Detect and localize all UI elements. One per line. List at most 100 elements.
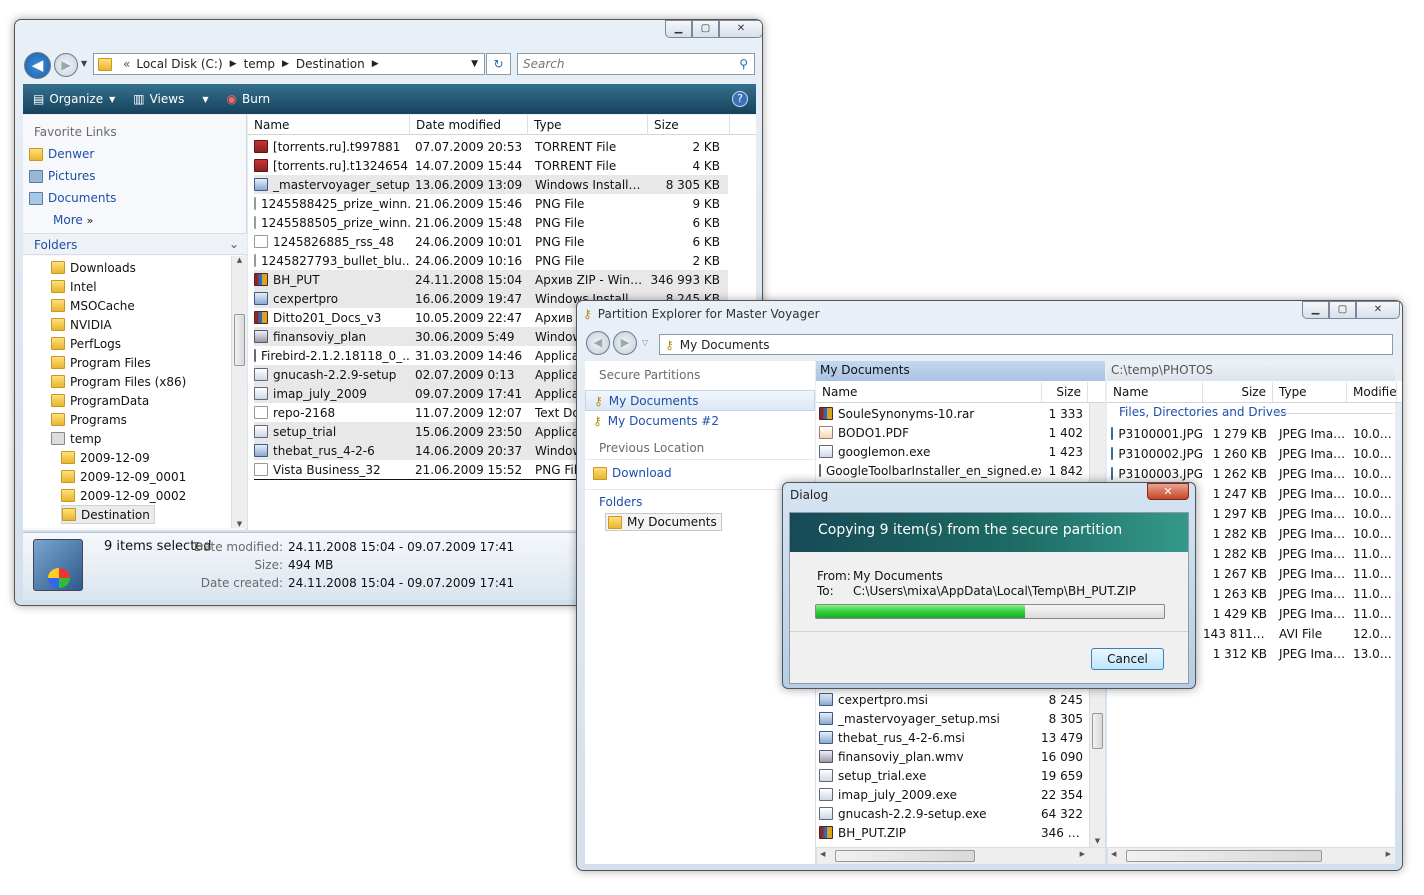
address-bar[interactable]: « Local Disk (C:) ▶ temp ▶ Destination ▶ ▼	[93, 53, 485, 75]
file-row[interactable]: googlemon.exe 1 423	[819, 442, 1089, 461]
file-row[interactable]: _mastervoyager_setup 13.06.2009 13:09 Wind…	[254, 175, 728, 194]
maximize-button[interactable]: ▢	[692, 20, 719, 38]
search-icon[interactable]: ⚲	[739, 57, 748, 71]
file-name: setup_trial.exe	[838, 768, 927, 783]
column-name[interactable]: Name	[816, 381, 1042, 402]
refresh-button[interactable]: ↻	[486, 53, 511, 75]
minimize-button[interactable]: ▁	[1302, 301, 1329, 319]
folder-tree-item[interactable]: 2009-12-09_0001	[61, 467, 186, 486]
file-row[interactable]: GoogleToolbarInstaller_en_signed.exe 1 84…	[819, 461, 1089, 480]
file-row[interactable]: thebat_rus_4-2-6.msi 13 479	[819, 728, 1089, 747]
file-row[interactable]: BH_PUT.ZIP 346 993	[819, 823, 1089, 842]
file-row[interactable]: 1245826885_rss_48 24.06.2009 10:01 PNG Fil…	[254, 232, 728, 251]
file-row[interactable]: [torrents.ru].t1324654 14.07.2009 15:44 TO…	[254, 156, 728, 175]
folder-tree-item[interactable]: Destination	[61, 505, 155, 524]
column-type[interactable]: Type	[528, 114, 648, 135]
column-name[interactable]: Name	[1107, 381, 1203, 402]
scrollbar-thumb[interactable]	[1092, 713, 1103, 749]
address-bar[interactable]: ⚷ My Documents	[659, 334, 1393, 355]
breadcrumb-item[interactable]: temp	[244, 57, 275, 71]
file-row[interactable]: BH_PUT 24.11.2008 15:04 Архив ZIP - WinR..…	[254, 270, 728, 289]
file-row[interactable]: gnucash-2.2.9-setup.exe 64 322	[819, 804, 1089, 823]
search-input[interactable]: Search	[523, 57, 565, 71]
views-button[interactable]: ▥ Views ▼	[133, 92, 208, 106]
scrollbar-thumb[interactable]	[234, 314, 245, 366]
file-row[interactable]: cexpertpro.msi 8 245	[819, 690, 1089, 709]
scrollbar-thumb[interactable]	[835, 850, 975, 862]
cancel-button[interactable]: Cancel	[1091, 648, 1164, 670]
maximize-button[interactable]: ▢	[1329, 301, 1356, 319]
favorite-link-pictures[interactable]: Pictures	[29, 169, 96, 183]
column-name[interactable]: Name	[248, 114, 410, 135]
breadcrumb-overflow-icon[interactable]: «	[123, 57, 130, 71]
folder-tree-scrollbar[interactable]: ▲ ▼	[231, 256, 247, 528]
recent-pages-chevron-icon[interactable]: ▼	[81, 59, 87, 68]
forward-button[interactable]: ▶	[613, 331, 637, 355]
folders-header[interactable]: Folders ⌄	[23, 233, 247, 255]
folder-tree-item[interactable]: 2009-12-09	[61, 448, 150, 467]
exe-file-icon	[254, 425, 268, 438]
search-box[interactable]: Search ⚲	[517, 53, 755, 75]
file-row[interactable]: BODO1.PDF 1 402	[819, 423, 1089, 442]
file-row[interactable]: _mastervoyager_setup.msi 8 305	[819, 709, 1089, 728]
address-dropdown-icon[interactable]: ▼	[471, 59, 478, 69]
favorite-link-denwer[interactable]: Denwer	[29, 147, 94, 161]
file-row[interactable]: imap_july_2009.exe 22 354	[819, 785, 1089, 804]
folder-tree-item[interactable]: 2009-12-09_0002	[61, 486, 186, 505]
file-row[interactable]: P3100001.JPG 1 279 KB JPEG Image 10.03.20	[1111, 424, 1395, 443]
help-icon[interactable]: ?	[732, 91, 748, 107]
back-button[interactable]: ◀	[586, 331, 610, 355]
secure-partition-my-documents-2[interactable]: ⚷ My Documents #2	[593, 414, 719, 428]
folder-tree-item[interactable]: Program Files (x86)	[51, 372, 186, 391]
close-button[interactable]: ✕	[1356, 301, 1400, 319]
dialog-close-button[interactable]: ✕	[1147, 483, 1189, 500]
breadcrumb-item[interactable]: Destination	[296, 57, 365, 71]
file-row[interactable]: 1245827793_bullet_blu... 24.06.2009 10:16…	[254, 251, 728, 270]
favorite-link-documents[interactable]: Documents	[29, 191, 116, 205]
file-row[interactable]: [torrents.ru].t997881 07.07.2009 20:53 TOR…	[254, 137, 728, 156]
folder-tree-item[interactable]: ProgramData	[51, 391, 149, 410]
back-button[interactable]: ◀	[24, 52, 51, 79]
folder-tree-item[interactable]: Programs	[51, 410, 127, 429]
minimize-button[interactable]: ▁	[665, 20, 692, 38]
history-chevron-icon[interactable]: ▽	[642, 338, 648, 347]
folder-tree-item[interactable]: MSOCache	[51, 296, 135, 315]
folder-tree-item[interactable]: PerfLogs	[51, 334, 121, 353]
chevron-down-icon[interactable]: ⌄	[229, 237, 239, 251]
file-row[interactable]: P3100002.JPG 1 260 KB JPEG Image 10.03.20	[1111, 444, 1395, 463]
horizontal-scrollbar[interactable]: ◀ ▶	[1107, 847, 1395, 864]
horizontal-scrollbar[interactable]: ◀ ▶	[816, 847, 1105, 864]
column-type[interactable]: Type	[1273, 381, 1347, 402]
burn-button[interactable]: ◉ Burn	[227, 92, 271, 106]
file-row[interactable]: 1245588425_prize_winn... 21.06.2009 15:46…	[254, 194, 728, 213]
folder-tree-item[interactable]: NVIDIA	[51, 315, 112, 334]
date-created-value: 24.11.2008 15:04 - 09.07.2009 17:41	[288, 576, 515, 590]
file-row[interactable]: finansoviy_plan.wmv 16 090	[819, 747, 1089, 766]
file-row[interactable]: 1245588505_prize_winn... 21.06.2009 15:48…	[254, 213, 728, 232]
file-row[interactable]: P3100003.JPG 1 262 KB JPEG Image 10.03.20	[1111, 464, 1395, 483]
file-row[interactable]: SouleSynonyms-10.rar 1 333	[819, 404, 1089, 423]
column-modified[interactable]: Modifie	[1347, 381, 1397, 402]
more-link[interactable]: More »	[53, 213, 93, 227]
close-button[interactable]: ✕	[719, 20, 762, 38]
folder-tree-item[interactable]: Intel	[51, 277, 97, 296]
column-size[interactable]: Size	[1042, 381, 1088, 402]
secure-partition-my-documents[interactable]: ⚷ My Documents	[585, 390, 815, 411]
forward-button[interactable]: ▶	[54, 53, 78, 77]
folder-tree-item[interactable]: Downloads	[51, 258, 136, 277]
column-size[interactable]: Size	[648, 114, 730, 135]
msi-file-icon	[819, 731, 833, 744]
file-type: JPEG Image	[1279, 546, 1347, 561]
folder-tree-item[interactable]: temp	[51, 429, 101, 448]
folder-tree-item[interactable]: Program Files	[51, 353, 151, 372]
organize-button[interactable]: ▤ Organize ▼	[33, 92, 115, 106]
drop-insertion-line	[254, 479, 594, 480]
file-row[interactable]: setup_trial.exe 19 659	[819, 766, 1089, 785]
column-date-modified[interactable]: Date modified	[410, 114, 528, 135]
breadcrumb-item[interactable]: Local Disk (C:)	[136, 57, 222, 71]
multiple-files-icon	[33, 539, 83, 591]
column-size[interactable]: Size	[1203, 381, 1273, 402]
scrollbar-thumb[interactable]	[1126, 850, 1322, 862]
folder-my-documents[interactable]: My Documents	[605, 513, 722, 531]
previous-location-download[interactable]: Download	[593, 466, 672, 480]
